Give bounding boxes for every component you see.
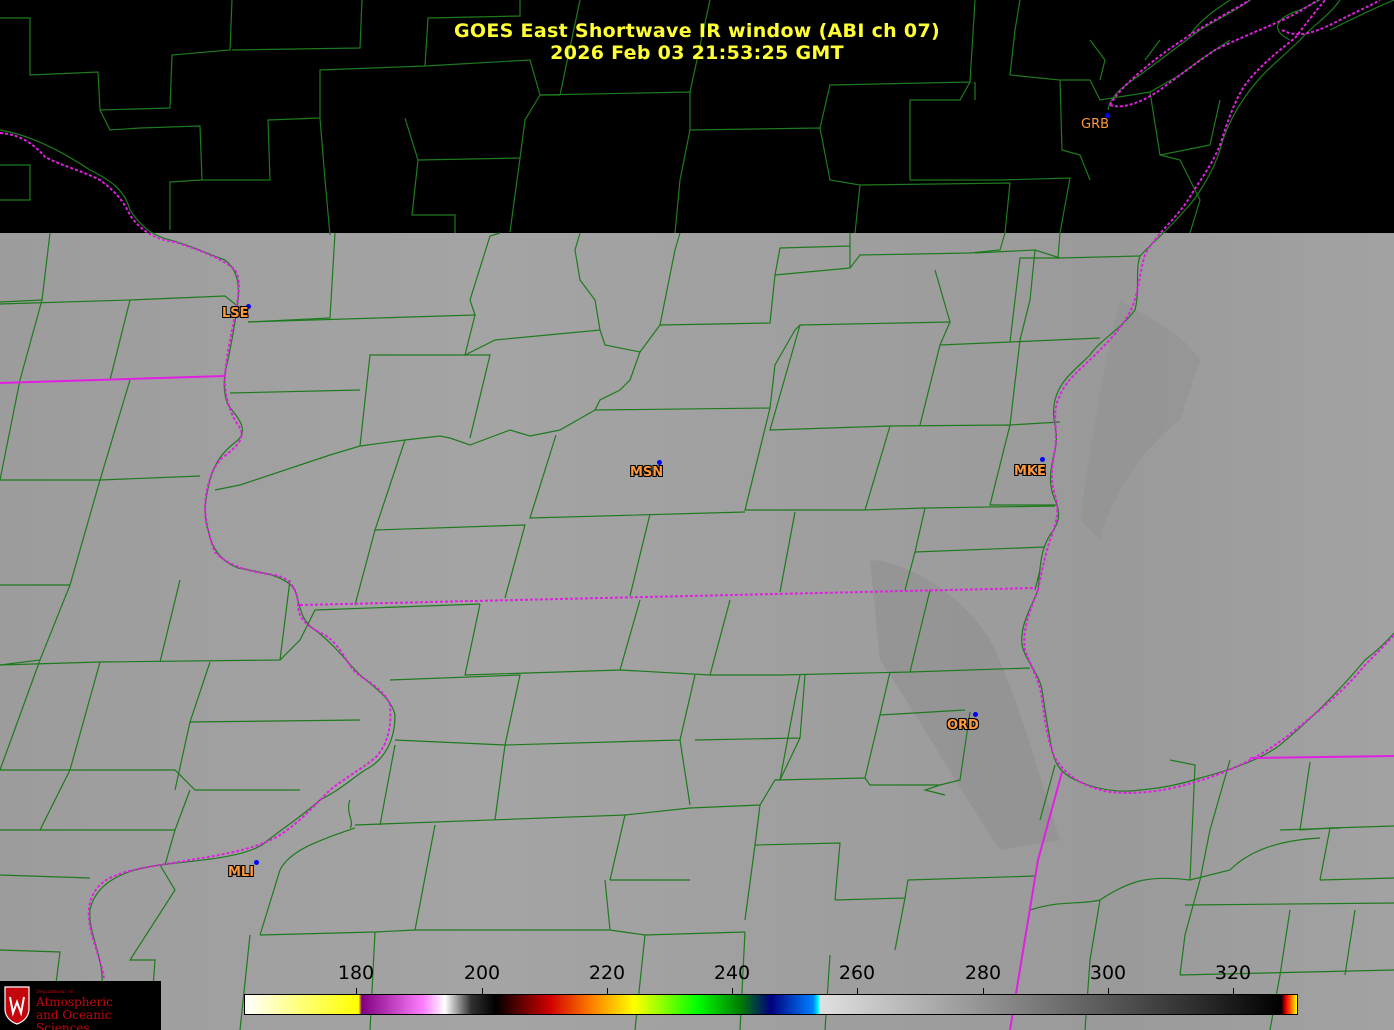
city-label-mke: MKE (1014, 464, 1046, 479)
colorbar-tick-label: 300 (1089, 962, 1127, 984)
city-label-mli: MLI (228, 865, 255, 880)
city-label-grb: GRB (1081, 117, 1110, 132)
colorbar-tick-label: 320 (1214, 962, 1252, 984)
city-dot-ord (973, 712, 978, 717)
city-label-msn: MSN (630, 465, 664, 480)
aos-logo: Department of Atmospheric and Oceanic Sc… (0, 981, 161, 1030)
colorbar-tick-label: 180 (337, 962, 375, 984)
city-label-lse: LSE (222, 306, 249, 321)
map-layers (0, 0, 1394, 1030)
colorbar-tick-labels: 180 200 220 240 260 280 300 320 (0, 962, 1394, 984)
city-dot-mke (1040, 457, 1045, 462)
satellite-map: GOES East Shortwave IR window (ABI ch 07… (0, 0, 1394, 1030)
title-line-2: 2026 Feb 03 21:53:25 GMT (550, 42, 844, 64)
logo-line-2: and Oceanic Sciences (36, 1008, 112, 1030)
colorbar (244, 994, 1298, 1015)
colorbar-tick-label: 200 (463, 962, 501, 984)
colorbar-tick-label: 220 (588, 962, 626, 984)
image-title: GOES East Shortwave IR window (ABI ch 07… (0, 20, 1394, 64)
uw-crest-icon (4, 986, 30, 1025)
colorbar-tick-label: 280 (964, 962, 1002, 984)
colorbar-tick-label: 240 (713, 962, 751, 984)
city-label-ord: ORD (947, 718, 979, 733)
title-line-1: GOES East Shortwave IR window (ABI ch 07… (454, 20, 940, 42)
city-dot-mli (254, 860, 259, 865)
colorbar-tick-label: 260 (838, 962, 876, 984)
